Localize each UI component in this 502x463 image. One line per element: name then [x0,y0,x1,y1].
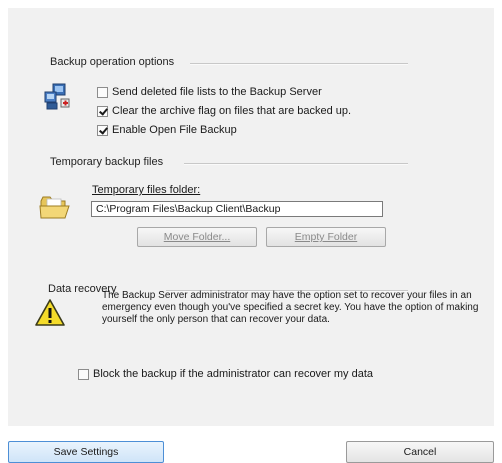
send-deleted-checkbox-row[interactable]: Send deleted file lists to the Backup Se… [97,86,322,98]
temp-folder-input[interactable]: C:\Program Files\Backup Client\Backup [91,201,383,217]
save-settings-button[interactable]: Save Settings [8,441,164,463]
block-backup-label: Block the backup if the administrator ca… [93,368,374,380]
temp-files-title: Temporary backup files [50,156,164,168]
block-backup-checkbox-row[interactable]: Block the backup if the administrator ca… [78,368,373,380]
open-file-label: Enable Open File Backup [112,124,237,136]
recovery-notice: The Backup Server administrator may have… [102,290,479,325]
backup-options-title: Backup operation options [50,56,175,68]
open-file-checkbox[interactable] [97,124,108,136]
clear-archive-checkbox[interactable] [97,105,108,117]
temp-files-divider [184,163,408,165]
open-file-checkbox-row[interactable]: Enable Open File Backup [97,124,237,136]
send-deleted-checkbox[interactable] [97,86,108,98]
computer-network-icon [44,83,70,110]
cancel-button[interactable]: Cancel [346,441,494,463]
block-backup-checkbox[interactable] [78,368,89,380]
clear-archive-label: Clear the archive flag on files that are… [112,105,352,117]
open-folder-icon [39,196,70,219]
move-folder-button[interactable]: Move Folder... [137,227,257,247]
settings-panel [8,8,494,426]
clear-archive-checkbox-row[interactable]: Clear the archive flag on files that are… [97,105,351,117]
empty-folder-button[interactable]: Empty Folder [266,227,386,247]
warning-icon [35,299,65,326]
backup-options-divider [190,63,408,65]
send-deleted-label: Send deleted file lists to the Backup Se… [112,86,322,98]
temp-folder-label: Temporary files folder: [92,184,201,196]
